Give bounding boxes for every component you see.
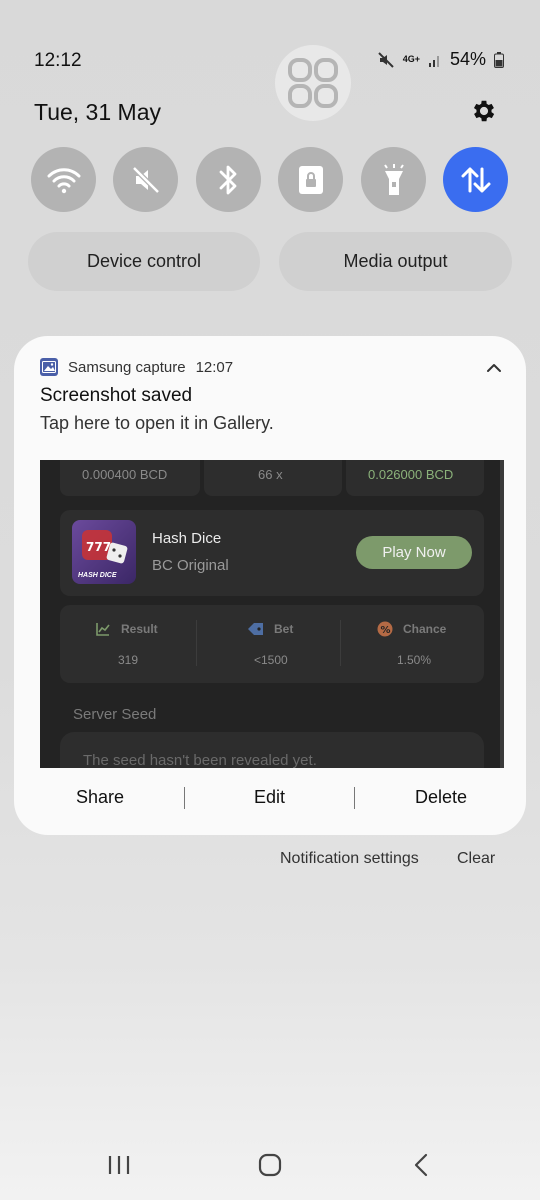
notification-time: 12:07: [195, 358, 234, 376]
header-date: Tue, 31 May: [34, 99, 161, 125]
home-button[interactable]: [257, 1152, 283, 1183]
app-grid-button[interactable]: [275, 45, 351, 121]
svg-text:777: 777: [86, 540, 111, 554]
game-thumbnail-label: HASH DICE: [78, 572, 117, 579]
battery-percent: 54%: [449, 49, 486, 69]
action-divider: [184, 787, 185, 809]
preview-payout: 0.026000 BCD: [368, 467, 454, 482]
settings-button[interactable]: [470, 97, 498, 125]
share-button[interactable]: Share: [76, 787, 124, 808]
game-thumbnail: 777 HASH DICE: [72, 520, 136, 584]
percent-icon: %: [377, 621, 393, 637]
svg-text:%: %: [381, 625, 391, 636]
stats-divider: [340, 620, 341, 666]
wifi-icon: [47, 167, 80, 193]
stat-value-result: 319: [118, 653, 139, 667]
mute-status-icon: [377, 51, 395, 69]
media-output-button[interactable]: Media output: [279, 232, 512, 291]
back-button[interactable]: [408, 1152, 434, 1183]
collapse-button[interactable]: [484, 358, 504, 378]
battery-icon: [494, 51, 504, 68]
notification-header: Samsung capture 12:07: [40, 358, 233, 376]
preview-multiplier: 66 x: [258, 467, 283, 482]
server-seed-label: Server Seed: [73, 706, 157, 723]
back-icon: [414, 1153, 428, 1177]
stat-value-bet: <1500: [254, 653, 288, 667]
stat-label-bet: Bet: [274, 622, 294, 636]
play-now-button: Play Now: [356, 536, 472, 569]
grid-icon: [288, 58, 338, 108]
notification-body[interactable]: Tap here to open it in Gallery.: [40, 413, 274, 434]
status-icons: 4G+ 54%: [377, 49, 504, 70]
home-icon: [258, 1153, 282, 1177]
preview-scrollbar: [500, 460, 504, 768]
gallery-icon: [40, 358, 58, 376]
bluetooth-toggle[interactable]: [196, 147, 261, 212]
preview-amount: 0.000400 BCD: [82, 467, 168, 482]
recents-button[interactable]: [106, 1152, 132, 1183]
chart-icon: [96, 623, 110, 636]
stat-value-chance: 1.50%: [397, 653, 432, 667]
mobile-data-toggle[interactable]: [443, 147, 508, 212]
lock-icon: [298, 165, 323, 194]
tag-icon: [248, 623, 263, 635]
action-divider: [354, 787, 355, 809]
notification-title: Screenshot saved: [40, 385, 193, 406]
flashlight-toggle[interactable]: [361, 147, 426, 212]
stats-card: [60, 605, 484, 683]
game-title: Hash Dice: [152, 530, 222, 547]
gear-icon: [473, 100, 495, 122]
edit-button[interactable]: Edit: [254, 787, 285, 808]
recents-icon: [108, 1156, 130, 1174]
screenshot-preview[interactable]: 0.000400 BCD 66 x 0.026000 BCD 777 HASH …: [40, 460, 504, 768]
bluetooth-icon: [219, 165, 236, 194]
flashlight-icon: [383, 163, 404, 195]
game-subtitle: BC Original: [152, 557, 229, 574]
notification-settings-link[interactable]: Notification settings: [280, 850, 419, 868]
wifi-toggle[interactable]: [31, 147, 96, 212]
secure-folder-toggle[interactable]: [278, 147, 343, 212]
seed-text: The seed hasn't been revealed yet.: [83, 752, 317, 768]
clear-button[interactable]: Clear: [457, 850, 495, 868]
network-type-label: 4G+: [402, 54, 420, 64]
stat-label-result: Result: [121, 622, 158, 636]
status-time: 12:12: [34, 50, 82, 71]
chevron-up-icon: [487, 364, 501, 372]
device-control-button[interactable]: Device control: [28, 232, 260, 291]
signal-icon: [428, 53, 442, 67]
mute-icon: [131, 165, 160, 194]
notification-app-name: Samsung capture: [68, 358, 186, 376]
stat-label-chance: Chance: [403, 622, 447, 636]
delete-button[interactable]: Delete: [415, 787, 467, 808]
sound-toggle[interactable]: [113, 147, 178, 212]
stats-divider: [196, 620, 197, 666]
data-transfer-icon: [461, 167, 490, 192]
